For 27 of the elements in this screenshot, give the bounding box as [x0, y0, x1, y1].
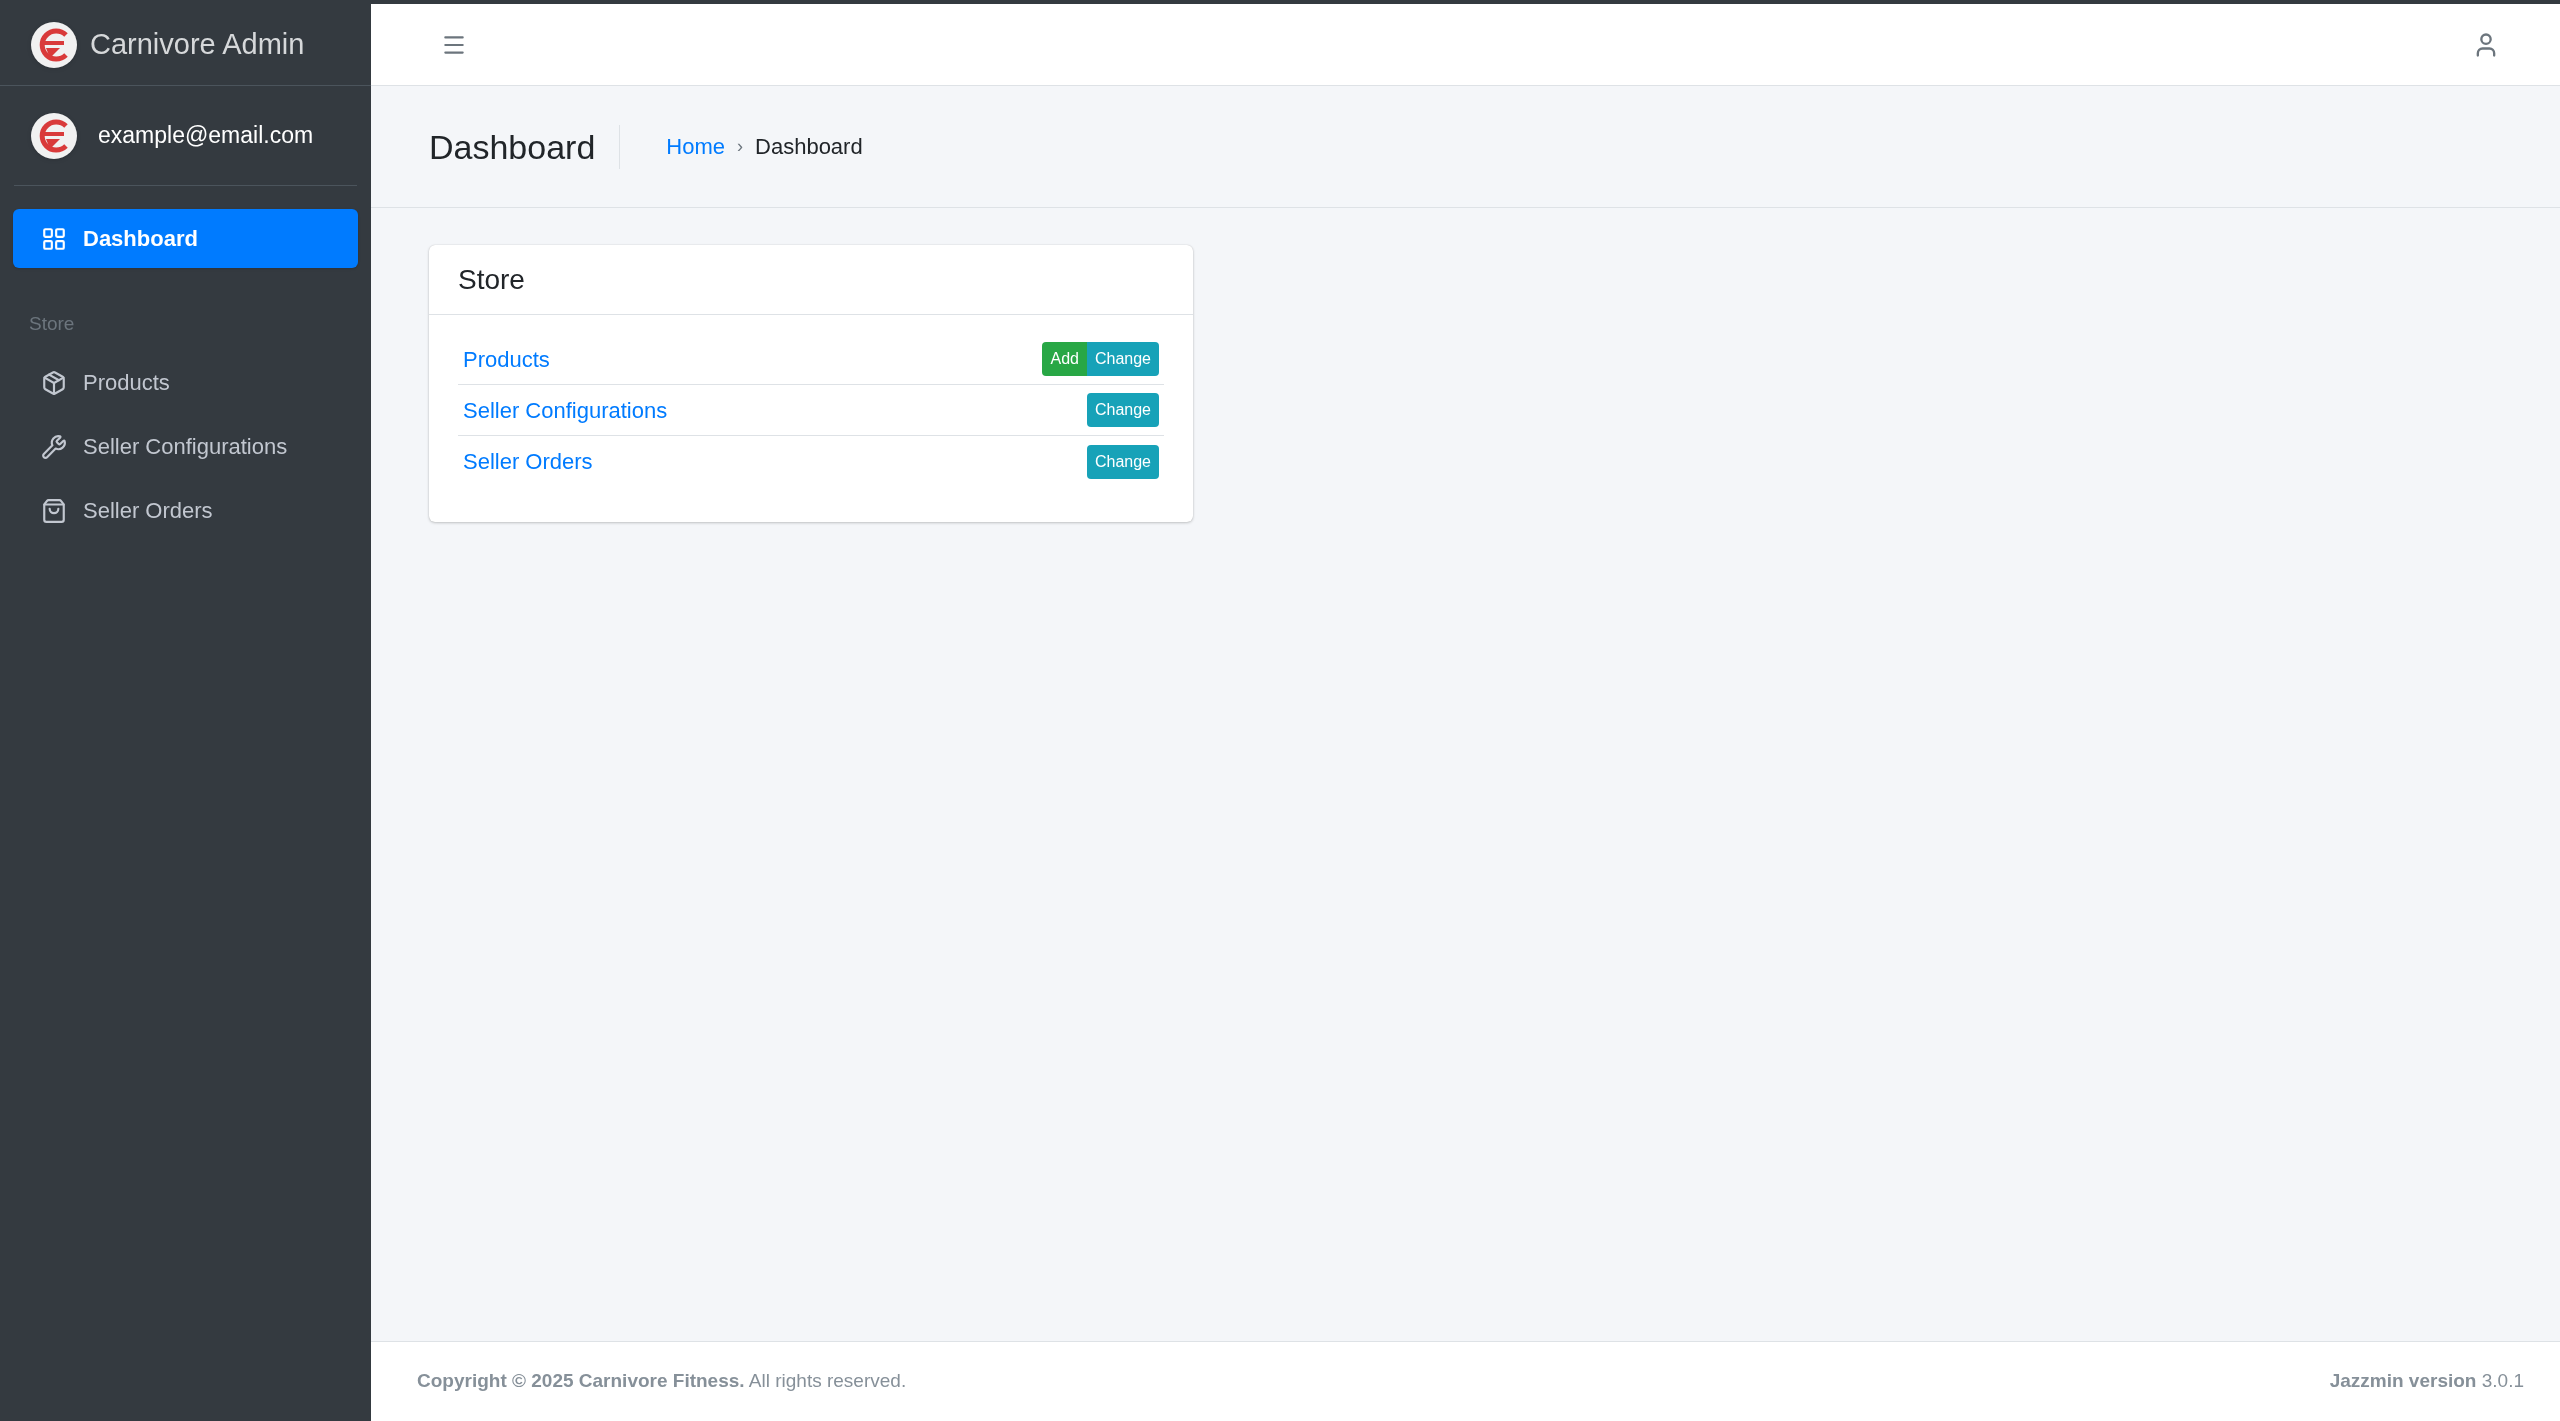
brand-name[interactable]: Carnivore Admin — [90, 22, 305, 67]
breadcrumb-link[interactable]: Home — [666, 130, 726, 163]
shopping-bag-icon — [41, 497, 67, 524]
copyright-text: Copyright © 2025 Carnivore Fitness. All rights reserved. — [417, 1369, 907, 1394]
sidebar-item[interactable]: Seller Orders — [13, 478, 358, 543]
change-button[interactable]: Change — [1086, 444, 1159, 479]
breadcrumb-current: Dashboard — [755, 133, 863, 161]
sidebar-item[interactable]: Products — [13, 350, 358, 415]
model-link[interactable]: Seller Configurations — [463, 393, 668, 427]
box-icon — [41, 369, 67, 396]
card-title: Store — [458, 262, 525, 297]
brand-logo — [30, 20, 78, 69]
model-link[interactable]: Seller Orders — [463, 445, 593, 478]
user-avatar — [30, 111, 78, 160]
sidebar-item[interactable]: Dashboard — [13, 209, 358, 268]
breadcrumb-separator: › — [737, 135, 744, 158]
user-email[interactable]: example@email.com — [98, 118, 314, 153]
section-header: Store — [28, 312, 76, 336]
tools-icon — [41, 433, 67, 460]
model-link[interactable]: Products — [463, 342, 550, 376]
change-button[interactable]: Change — [1086, 393, 1159, 427]
version-text: Jazzmin version 3.0.1 — [2329, 1369, 2524, 1394]
grid-icon — [41, 225, 67, 252]
change-button[interactable]: Change — [1086, 342, 1159, 376]
add-button[interactable]: Add — [1042, 342, 1087, 376]
page-title: Dashboard — [429, 124, 621, 169]
sidebar-item[interactable]: Seller Configurations — [13, 414, 358, 479]
